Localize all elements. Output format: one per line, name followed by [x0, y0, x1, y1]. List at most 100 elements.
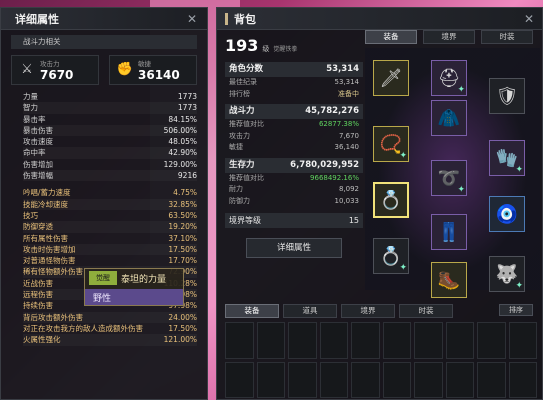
inventory-cell[interactable] [225, 361, 254, 398]
equipment-slot[interactable]: 🛡 [489, 78, 525, 114]
combat-section-header: 战斗力相关 [11, 35, 197, 49]
equipment-slot[interactable]: 🐺 ✦ [489, 256, 525, 292]
inventory-cell[interactable] [445, 322, 474, 359]
stat-row: 暴击伤害 506.00% [23, 125, 197, 136]
stat-label: 伤害增加 [23, 159, 53, 169]
stat-row: 攻击速度 48.05% [23, 136, 197, 147]
stat-row: 暴击率 84.15% [23, 114, 197, 125]
inventory-cell[interactable] [319, 361, 348, 398]
inventory-cell[interactable] [445, 361, 474, 398]
advanced-stat-label: 背后攻击额外伤害 [23, 312, 83, 322]
rank-value: 准备中 [338, 89, 359, 98]
level-row: 193 级 觉醒铁拳 [225, 36, 363, 58]
inventory-cell[interactable] [288, 322, 317, 359]
bag-panel: 背包 ✕ 193 级 觉醒铁拳 角色分数 53,314 最佳纪录 53,314 … [216, 7, 543, 400]
advanced-stat-label: 对正在攻击我方的敌人造成额外伤害 [23, 323, 143, 333]
stat-label: 暴击伤害 [23, 125, 53, 135]
equip-tab[interactable]: 时装 [481, 30, 533, 44]
equipment-slot[interactable]: 🧤 ✦ [489, 140, 525, 176]
inventory-tab[interactable]: 装备 [225, 304, 279, 318]
equipment-slot[interactable]: ⛑ ✦ [431, 60, 467, 96]
awaken-badge: 觉醒 [89, 271, 117, 285]
equipment-slot[interactable]: 💍 ✦ [373, 238, 409, 274]
equipment-slot[interactable]: ➰ ✦ [431, 160, 467, 196]
tooltip-selected-row[interactable]: 野性 [85, 289, 183, 305]
inventory-tab[interactable]: 境界 [341, 304, 395, 318]
equipment-slot[interactable]: 💍 [373, 182, 409, 218]
stat-value: 506.00% [163, 125, 197, 135]
stat-row: 伤害增加 129.00% [23, 159, 197, 170]
best-record-row: 最佳纪录 53,314 [225, 77, 363, 89]
equip-tab[interactable]: 装备 [365, 30, 417, 44]
close-icon[interactable]: ✕ [522, 12, 536, 26]
inventory-cell[interactable] [508, 361, 537, 398]
inventory-cell[interactable] [256, 361, 285, 398]
inventory-cell[interactable] [382, 322, 411, 359]
inventory-tab[interactable]: 时装 [399, 304, 453, 318]
survival-value: 6,780,029,952 [290, 159, 359, 170]
inventory-cell[interactable] [288, 361, 317, 398]
star-icon: ✦ [457, 85, 465, 95]
advanced-stat-row: 吟唱/蓄力速度 4.75% [23, 187, 197, 198]
survival-header: 生存力 6,780,029,952 [225, 157, 363, 173]
inventory-cell[interactable] [319, 322, 348, 359]
equipment-slot[interactable]: 🥾 [431, 262, 467, 298]
detail-attributes-button[interactable]: 详细属性 [246, 238, 342, 258]
stat-value: 9216 [177, 171, 197, 181]
rank-label: 排行榜 [229, 89, 250, 98]
combat-detail-label: 敏捷 [229, 143, 243, 151]
equipment-slot[interactable]: 🧥 [431, 100, 467, 136]
inventory-grid [225, 322, 537, 398]
advanced-stat-row: 技巧 63.50% [23, 210, 197, 221]
equip-tab[interactable]: 境界 [423, 30, 475, 44]
realm-label: 境界等级 [229, 216, 261, 225]
equipment-slot[interactable]: 🗡 [373, 60, 409, 96]
inventory-cell[interactable] [477, 361, 506, 398]
advanced-stat-value: 63.50% [168, 210, 197, 220]
realm-level-row: 境界等级 15 [225, 213, 363, 228]
base-stats-list: 力量 1773 智力 1773 暴击率 84.15% 暴击伤害 506.00% 攻击速度 48.0… [23, 91, 197, 181]
inventory-cell[interactable] [477, 322, 506, 359]
close-icon[interactable]: ✕ [185, 12, 199, 26]
inventory-cell[interactable] [414, 322, 443, 359]
advanced-stat-row: 攻击时伤害增加 17.50% [23, 244, 197, 255]
survival-detail-row: 防御力 10,033 [225, 196, 363, 208]
advanced-stat-label: 技能冷却速度 [23, 199, 68, 209]
combat-detail-label: 推荐值对比 [229, 120, 264, 128]
attack-label: 攻击力 [40, 60, 60, 68]
combat-detail-value: 7,670 [338, 131, 359, 140]
inventory-cell[interactable] [351, 361, 380, 398]
sort-button[interactable]: 排序 [499, 304, 533, 316]
inventory-cell[interactable] [256, 322, 285, 359]
stat-value: 129.00% [163, 159, 197, 169]
advanced-stat-row: 技能冷却速度 32.85% [23, 199, 197, 210]
detail-attributes-panel: 详细属性 ✕ 战斗力相关 ⚔ 攻击力 7670 ✊ 敏捷 36140 力量 177… [0, 7, 208, 400]
stat-label: 力量 [23, 92, 38, 101]
advanced-stat-value: 19.20% [168, 222, 197, 232]
star-icon: ✦ [399, 263, 407, 273]
ring-icon: 💍 [379, 189, 403, 211]
survival-group: 生存力 6,780,029,952 推荐值对比 9668492.16% 耐力 8,09… [225, 157, 363, 208]
survival-label: 生存力 [229, 159, 255, 170]
inventory-tab[interactable]: 道具 [283, 304, 337, 318]
inventory-cell[interactable] [508, 322, 537, 359]
shoulder-icon: 🛡 [495, 85, 519, 107]
character-summary: 193 级 觉醒铁拳 角色分数 53,314 最佳纪录 53,314 排行榜 准… [225, 36, 363, 258]
stat-label: 攻击速度 [23, 137, 53, 147]
inventory-cell[interactable] [414, 361, 443, 398]
inventory-cell[interactable] [351, 322, 380, 359]
advanced-stat-label: 近战伤害 [23, 278, 53, 288]
survival-detail-value: 8,092 [338, 185, 359, 193]
combat-detail-label: 攻击力 [229, 131, 250, 140]
agility-box: ✊ 敏捷 36140 [109, 55, 197, 85]
equipment-slot[interactable]: 🧿 [489, 196, 525, 232]
power-summary: ⚔ 攻击力 7670 ✊ 敏捷 36140 [11, 55, 197, 85]
bag-title: 背包 [234, 12, 256, 26]
equipment-slot[interactable]: 👖 [431, 214, 467, 250]
inventory-cell[interactable] [382, 361, 411, 398]
inventory-cell[interactable] [225, 322, 254, 359]
combat-group: 战斗力 45,782,276 推荐值对比 62877.38% 攻击力 7,670 敏捷 3… [225, 104, 363, 154]
equipment-slot[interactable]: 📿 ✦ [373, 126, 409, 162]
agility-value: 36140 [138, 68, 180, 82]
advanced-stat-value: 4.75% [173, 188, 197, 198]
